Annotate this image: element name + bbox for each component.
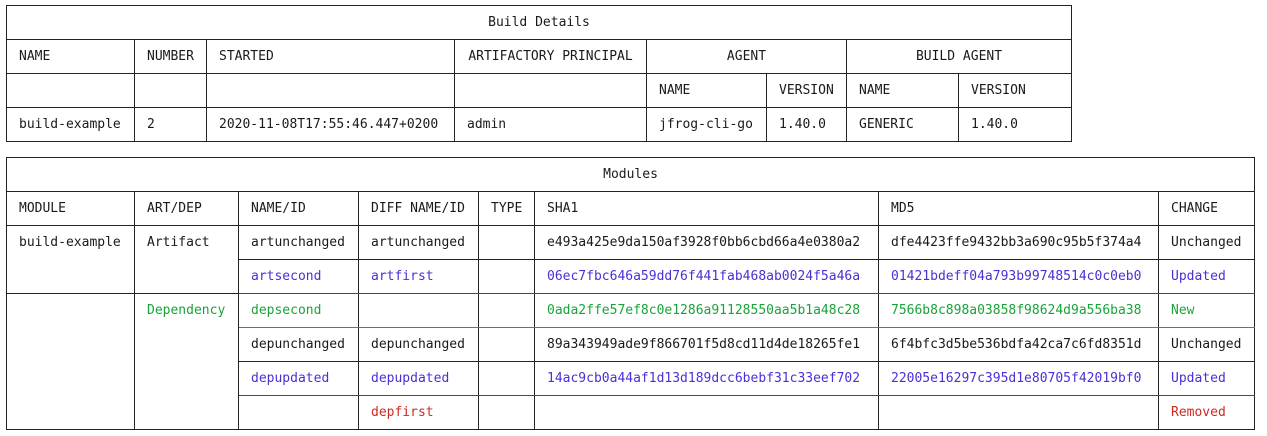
module-cell-empty [6, 327, 135, 362]
subheader-empty [134, 73, 207, 108]
header-art-dep: ART/DEP [134, 191, 239, 226]
table-row: build-example Artifact artunchanged artu… [6, 225, 1256, 260]
row-diff-name-id: depupdated [358, 361, 479, 396]
row-type [478, 327, 535, 362]
row-name-id: artunchanged [238, 225, 359, 260]
agent-name: jfrog-cli-go [646, 107, 767, 142]
header-agent: AGENT [646, 39, 847, 74]
build-details-table: Build Details NAME NUMBER STARTED ARTIFA… [6, 5, 1072, 142]
row-sha1: e493a425e9da150af3928f0bb6cbd66a4e0380a2 [534, 225, 879, 260]
dependency-label: Dependency [134, 293, 239, 328]
row-sha1: 0ada2ffe57ef8c0e1286a91128550aa5b1a48c28 [534, 293, 879, 328]
build-agent-version: 1.40.0 [958, 107, 1072, 142]
module-cell-empty [6, 293, 135, 328]
header-build-agent-version: VERSION [958, 73, 1072, 108]
row-diff-name-id [358, 293, 479, 328]
art-dep-cell-empty [134, 395, 239, 430]
header-md5: MD5 [878, 191, 1159, 226]
row-sha1: 06ec7fbc646a59dd76f441fab468ab0024f5a46a [534, 259, 879, 294]
art-dep-cell-empty [134, 327, 239, 362]
row-name-id: artsecond [238, 259, 359, 294]
row-change: Unchanged [1157, 225, 1256, 260]
subheader-empty [454, 73, 647, 108]
row-md5: 7566b8c898a03858f98624d9a556ba38 [878, 293, 1159, 328]
build-agent-name: GENERIC [846, 107, 959, 142]
row-diff-name-id: artfirst [358, 259, 479, 294]
row-md5 [878, 395, 1159, 430]
table-row: depupdated depupdated 14ac9cb0a44af1d13d… [6, 361, 1256, 396]
row-change: Updated [1157, 259, 1256, 294]
row-diff-name-id: artunchanged [358, 225, 479, 260]
table-row: depunchanged depunchanged 89a343949ade9f… [6, 327, 1256, 362]
header-agent-name: NAME [646, 73, 767, 108]
row-change: Updated [1157, 361, 1256, 396]
table-row: artsecond artfirst 06ec7fbc646a59dd76f44… [6, 259, 1256, 294]
header-build-agent-name: NAME [846, 73, 959, 108]
row-diff-name-id: depunchanged [358, 327, 479, 362]
row-sha1: 14ac9cb0a44af1d13d189dcc6bebf31c33eef702 [534, 361, 879, 396]
row-md5: 01421bdeff04a793b99748514c0c0eb0 [878, 259, 1159, 294]
row-type [478, 293, 535, 328]
header-diff-name-id: DIFF NAME/ID [358, 191, 479, 226]
row-sha1 [534, 395, 879, 430]
row-type [478, 225, 535, 260]
agent-version: 1.40.0 [766, 107, 847, 142]
subheader-empty [206, 73, 455, 108]
modules-table: Modules MODULE ART/DEP NAME/ID DIFF NAME… [5, 157, 1256, 430]
build-row: build-example 2 2020-11-08T17:55:46.447+… [6, 107, 1072, 142]
subheader-empty [6, 73, 135, 108]
row-type [478, 395, 535, 430]
build-details-title: Build Details [6, 5, 1072, 40]
row-name-id: depunchanged [238, 327, 359, 362]
row-change: Unchanged [1157, 327, 1256, 362]
row-type [478, 361, 535, 396]
art-dep-cell-empty [134, 259, 239, 294]
row-change: New [1157, 293, 1256, 328]
build-name: build-example [6, 107, 135, 142]
row-name-id: depupdated [238, 361, 359, 396]
art-dep-cell-empty [134, 361, 239, 396]
build-principal: admin [454, 107, 647, 142]
header-build-agent: BUILD AGENT [846, 39, 1072, 74]
build-started: 2020-11-08T17:55:46.447+0200 [206, 107, 455, 142]
header-agent-version: VERSION [766, 73, 847, 108]
row-md5: 22005e16297c395d1e80705f42019bf0 [878, 361, 1159, 396]
row-type [478, 259, 535, 294]
row-md5: dfe4423ffe9432bb3a690c95b5f374a4 [878, 225, 1159, 260]
table-row: Dependency depsecond 0ada2ffe57ef8c0e128… [6, 293, 1256, 328]
module-cell-empty [6, 259, 135, 294]
module-cell-empty [6, 395, 135, 430]
header-name-id: NAME/ID [238, 191, 359, 226]
artifact-label: Artifact [134, 225, 239, 260]
header-change: CHANGE [1157, 191, 1256, 226]
modules-title: Modules [5, 157, 1256, 192]
row-name-id [238, 395, 359, 430]
row-sha1: 89a343949ade9f866701f5d8cd11d4de18265fe1 [534, 327, 879, 362]
table-row: depfirst Removed [6, 395, 1256, 430]
header-sha1: SHA1 [534, 191, 879, 226]
module-name: build-example [6, 225, 135, 260]
row-name-id: depsecond [238, 293, 359, 328]
build-number: 2 [134, 107, 207, 142]
header-number: NUMBER [134, 39, 207, 74]
module-cell-empty [6, 361, 135, 396]
row-md5: 6f4bfc3d5be536bdfa42ca7c6fd8351d [878, 327, 1159, 362]
header-name: NAME [6, 39, 135, 74]
header-module: MODULE [6, 191, 135, 226]
header-type: TYPE [478, 191, 535, 226]
row-diff-name-id: depfirst [358, 395, 479, 430]
header-started: STARTED [206, 39, 455, 74]
row-change: Removed [1157, 395, 1256, 430]
header-artifactory-principal: ARTIFACTORY PRINCIPAL [454, 39, 647, 74]
